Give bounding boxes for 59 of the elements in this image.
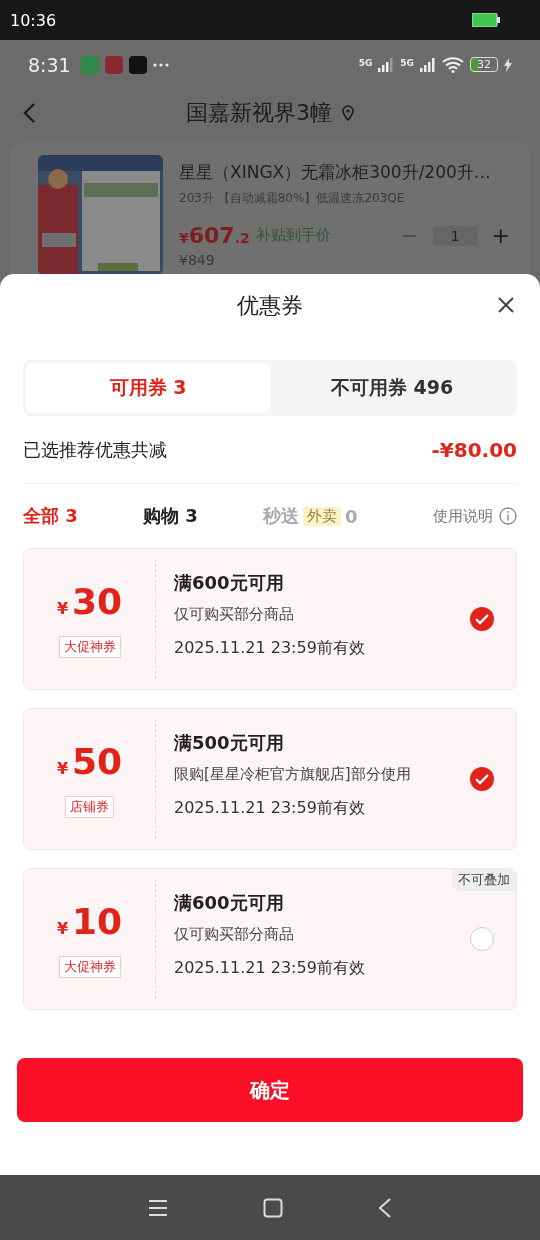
home-icon (263, 1197, 283, 1218)
coupon-description: 仅可购买部分商品 (174, 605, 295, 624)
sheet-title: 优惠券 (237, 292, 303, 320)
discount-amount: -¥80.00 (431, 437, 517, 462)
help-link[interactable]: 使用说明 (433, 506, 517, 526)
select-checkbox[interactable] (470, 607, 494, 631)
location-pin-icon (342, 105, 354, 122)
coupon-validity: 2025.11.21 23:59前有效 (174, 958, 366, 979)
coupon-condition: 满500元可用 (174, 731, 285, 755)
price-note: 补贴到手价 (255, 226, 331, 245)
select-checkbox[interactable] (470, 927, 494, 951)
network-type: 5G (400, 58, 414, 68)
coupon-amount: ¥10 (56, 900, 123, 942)
battery-level: 32 (470, 57, 498, 73)
filter-tab[interactable]: 全部 3 (23, 504, 143, 528)
wifi-icon (442, 56, 464, 73)
coupon-tab[interactable]: 不可用券 496 (270, 363, 514, 413)
checkmark-icon (475, 613, 489, 625)
back-icon (22, 102, 36, 125)
battery-icon (472, 13, 500, 27)
confirm-button[interactable]: 确定 (17, 1058, 523, 1122)
coupon-tab[interactable]: 可用券 3 (26, 363, 270, 413)
clock-time: 8:31 (28, 53, 71, 76)
stacking-badge: 不可叠加 (452, 869, 516, 891)
coupon-validity: 2025.11.21 23:59前有效 (174, 798, 366, 819)
page-title: 国嘉新视界3幢 (186, 99, 332, 128)
coupon-condition: 满600元可用 (174, 891, 285, 915)
charging-icon (504, 57, 512, 72)
menu-icon (147, 1198, 168, 1217)
coupon-card[interactable]: ¥50 店铺券 满500元可用 限购[星星冷柜官方旗舰店]部分使用 2025.11.21 23:59前有效 (23, 708, 517, 850)
coupon-tag: 大促神券 (58, 955, 121, 978)
coupon-card[interactable]: ¥10 大促神券 满600元可用 仅可购买部分商品 2025.11.21 23:59前有效 不可叠加 (23, 868, 517, 1010)
product-name: 星星（XINGX）无霜冰柜300升/200升… (179, 161, 492, 184)
network-type: 5G (358, 58, 373, 68)
coupon-description: 仅可购买部分商品 (174, 925, 295, 944)
plus-button[interactable]: + (491, 223, 510, 248)
product-price: ¥607.2 (179, 223, 250, 248)
app-icon (104, 55, 123, 74)
coupon-description: 限购[星星冷柜官方旗舰店]部分使用 (174, 765, 412, 784)
coupon-tag: 店铺券 (65, 795, 114, 818)
coupon-card[interactable]: ¥30 大促神券 满600元可用 仅可购买部分商品 2025.11.21 23:59前有效 (23, 548, 517, 690)
quantity-field[interactable]: 1 (432, 225, 478, 246)
coupon-tag: 大促神券 (58, 635, 121, 658)
coupon-validity: 2025.11.21 23:59前有效 (174, 638, 366, 659)
discount-label: 已选推荐优惠共减 (23, 437, 167, 462)
app-icon (128, 55, 147, 74)
coupon-amount: ¥50 (56, 740, 123, 782)
info-icon (499, 507, 517, 525)
more-dots-icon (152, 62, 169, 67)
checkmark-icon (475, 773, 489, 785)
coupon-condition: 满600元可用 (174, 571, 285, 595)
filter-tab[interactable]: 购物 3 (143, 504, 263, 528)
coupon-amount: ¥30 (56, 580, 123, 622)
signal-icon (378, 57, 395, 72)
app-icon (80, 55, 99, 74)
back-icon (378, 1197, 393, 1218)
signal-icon (420, 57, 436, 72)
select-checkbox[interactable] (470, 767, 494, 791)
clock-time: 10:36 (10, 10, 57, 30)
